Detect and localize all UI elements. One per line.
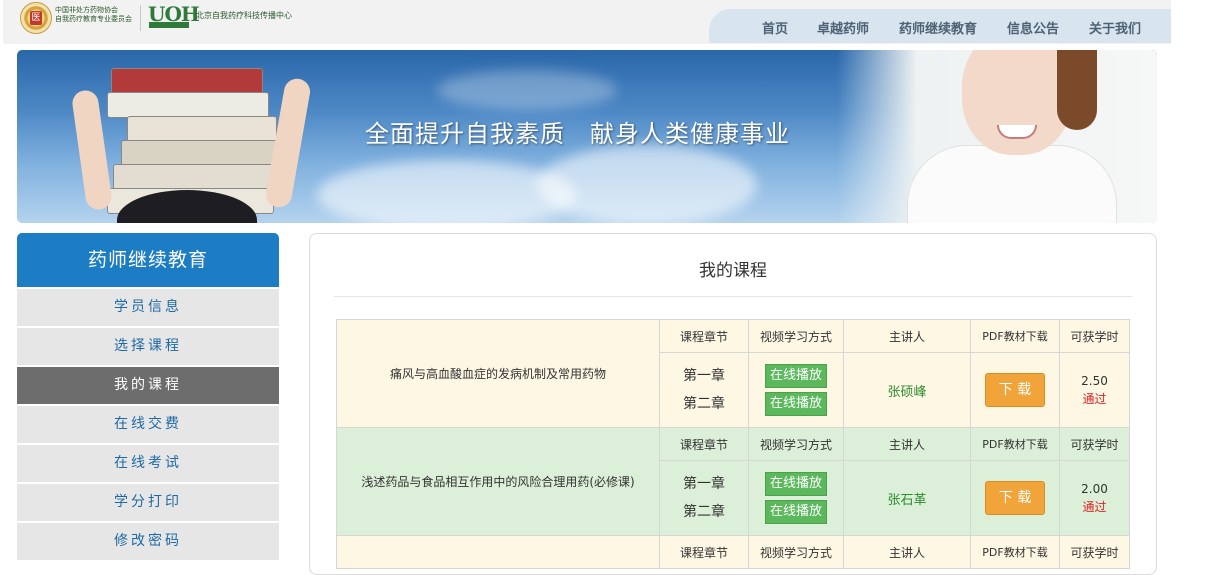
column-header: 可获学时 [1059, 427, 1130, 461]
column-header: 课程章节 [659, 319, 749, 353]
download-cell: 下 载 [970, 352, 1060, 428]
sidebar-item-online-payment[interactable]: 在线交费 [17, 406, 279, 443]
center-name: 北京自我药疗科技传播中心 [196, 11, 292, 20]
sidebar-item-change-password[interactable]: 修改密码 [17, 523, 279, 560]
org-line-1: 中国非处方药物协会 [55, 6, 118, 14]
sidebar-item-my-courses[interactable]: 我的课程 [17, 367, 279, 404]
video-cell: 在线播放 在线播放 [748, 352, 844, 428]
lecturer-name: 张硕峰 [887, 384, 927, 400]
course-name: 浅述药品与食品相互作用中的风险合理用药(必修课) [336, 427, 660, 536]
hours-cell: 2.50 通过 [1059, 352, 1130, 428]
video-cell: 在线播放 在线播放 [748, 460, 844, 536]
sidebar-item-select-course[interactable]: 选择课程 [17, 328, 279, 365]
play-online-button[interactable]: 在线播放 [764, 500, 827, 524]
status-badge: 通过 [1082, 392, 1107, 406]
organization-name: 中国非处方药物协会 自我药疗教育专业委员会 [55, 6, 132, 24]
nav-home[interactable]: 首页 [762, 18, 788, 37]
download-button[interactable]: 下 载 [985, 373, 1045, 407]
table-row: 浅述药品与食品相互作用中的风险合理用药(必修课) 课程章节 视频学习方式 主讲人… [336, 427, 1130, 536]
sidebar: 药师继续教育 学员信息 选择课程 我的课程 在线交费 在线考试 学分打印 修改密… [17, 233, 279, 560]
column-header: 主讲人 [843, 427, 971, 461]
title-divider [334, 296, 1132, 297]
lecturer-cell: 张石革 [843, 460, 971, 536]
column-header: 主讲人 [843, 319, 971, 353]
play-online-button[interactable]: 在线播放 [764, 392, 827, 416]
sidebar-item-online-exam[interactable]: 在线考试 [17, 445, 279, 482]
column-header: PDF教材下载 [970, 319, 1060, 353]
banner-slogan: 全面提升自我素质 献身人类健康事业 [365, 120, 790, 148]
download-button[interactable]: 下 载 [985, 481, 1045, 515]
chapter-label: 第一章 [683, 368, 725, 384]
lecturer-name: 张石革 [887, 492, 927, 508]
org-line-2: 自我药疗教育专业委员会 [55, 15, 132, 23]
page-title: 我的课程 [699, 261, 767, 281]
nurse-photo [837, 50, 1157, 223]
logo-divider [140, 5, 141, 31]
credit-hours: 2.50 [1081, 374, 1108, 388]
chapter-label: 第一章 [683, 476, 725, 492]
course-name-text: 痛风与高血酸血症的发病机制及常用药物 [389, 367, 606, 381]
nav-continuing-education[interactable]: 药师继续教育 [899, 18, 977, 37]
nav-announcements[interactable]: 信息公告 [1007, 18, 1059, 37]
credit-hours: 2.00 [1081, 482, 1108, 496]
status-badge: 通过 [1082, 500, 1107, 514]
column-header: PDF教材下载 [970, 427, 1060, 461]
chapter-label: 第二章 [683, 396, 725, 412]
hours-cell: 2.00 通过 [1059, 460, 1130, 536]
uoh-logo-bar [149, 22, 189, 28]
lecturer-cell: 张硕峰 [843, 352, 971, 428]
chapters-cell: 第一章 第二章 [659, 460, 749, 536]
table-row: 痛风与高血酸血症的发病机制及常用药物 课程章节 视频学习方式 主讲人 PDF教材… [336, 319, 1130, 428]
association-logo-icon: 医 [20, 2, 52, 34]
sidebar-item-student-info[interactable]: 学员信息 [17, 289, 279, 326]
nav-excellent-pharmacist[interactable]: 卓越药师 [817, 18, 869, 37]
column-header: 可获学时 [1059, 319, 1130, 353]
chapter-label: 第二章 [683, 504, 725, 520]
main-nav: 首页 卓越药师 药师继续教育 信息公告 关于我们 [709, 9, 1171, 43]
chapters-cell: 第一章 第二章 [659, 352, 749, 428]
hero-banner: 全面提升自我素质 献身人类健康事业 [17, 50, 1157, 223]
download-cell: 下 载 [970, 460, 1060, 536]
column-header: 视频学习方式 [748, 319, 844, 353]
column-header: 课程章节 [659, 427, 749, 461]
play-online-button[interactable]: 在线播放 [764, 472, 827, 496]
nav-about-us[interactable]: 关于我们 [1089, 18, 1141, 37]
course-name: 痛风与高血酸血症的发病机制及常用药物 [336, 319, 660, 428]
play-online-button[interactable]: 在线播放 [764, 364, 827, 388]
sidebar-title: 药师继续教育 [17, 233, 279, 287]
column-header: 视频学习方式 [748, 427, 844, 461]
courses-table: 痛风与高血酸血症的发病机制及常用药物 课程章节 视频学习方式 主讲人 PDF教材… [336, 319, 1130, 569]
sidebar-item-credit-print[interactable]: 学分打印 [17, 484, 279, 521]
course-name-text: 浅述药品与食品相互作用中的风险合理用药(必修课) [361, 475, 635, 489]
my-courses-panel: 我的课程 痛风与高血酸血症的发病机制及常用药物 课程章节 视频学习方式 主讲人 … [309, 233, 1157, 575]
